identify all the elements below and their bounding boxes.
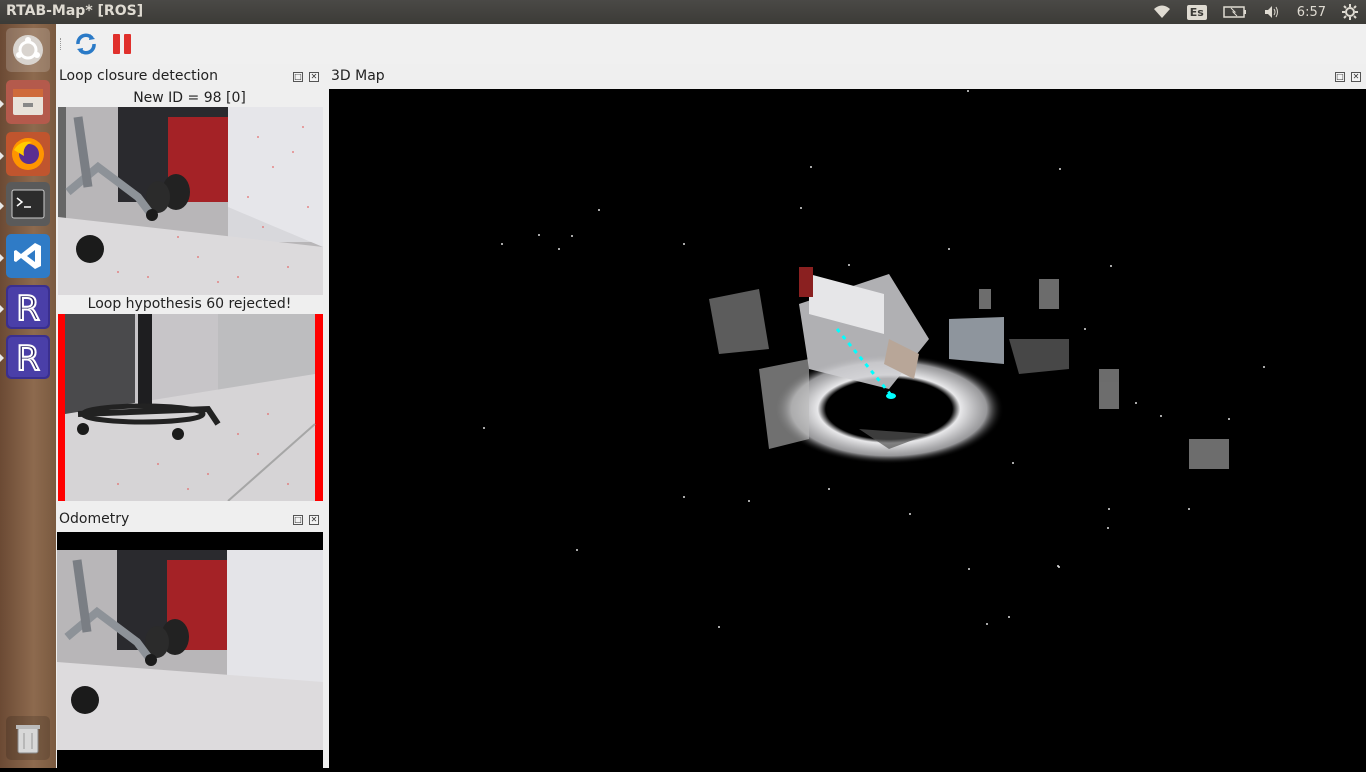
refresh-icon[interactable] [72, 30, 100, 58]
power-gear-icon[interactable] [1342, 4, 1358, 20]
ubuntu-dash-icon[interactable] [6, 28, 50, 72]
unity-launcher: R R [0, 24, 56, 768]
clock[interactable]: 6:57 [1297, 5, 1326, 20]
map-panel-title: 3D Map [331, 68, 385, 84]
vscode-icon[interactable] [6, 234, 50, 278]
odometry-panel-title: Odometry [59, 511, 130, 527]
window-title: RTAB-Map* [ROS] [6, 3, 144, 19]
main-toolbar [56, 24, 1366, 64]
volume-icon[interactable] [1263, 5, 1281, 19]
battery-icon[interactable] [1223, 6, 1247, 18]
new-id-caption: New ID = 98 [0] [133, 90, 246, 106]
keyboard-layout-label: Es [1186, 4, 1207, 20]
wifi-icon[interactable] [1153, 5, 1171, 19]
3d-map-view[interactable] [329, 89, 1366, 768]
loop-hypothesis-caption: Loop hypothesis 60 rejected! [87, 296, 292, 312]
odometry-panel-float-button[interactable]: □ [293, 515, 303, 525]
odometry-panel-close-button[interactable]: ✕ [309, 515, 319, 525]
rtabmap-window: Loop closure detection □ ✕ New ID = 98 [… [56, 24, 1366, 768]
terminal-icon[interactable] [6, 182, 50, 226]
loop-panel-title: Loop closure detection [59, 68, 218, 84]
map-panel-close-button[interactable]: ✕ [1351, 72, 1361, 82]
loop-candidate-image [58, 314, 323, 501]
firefox-icon[interactable] [6, 132, 50, 176]
trash-icon[interactable] [6, 716, 50, 760]
keyboard-icon[interactable]: Es [1186, 4, 1207, 20]
rtabmap-icon-2[interactable]: R [6, 335, 50, 379]
pause-icon[interactable] [108, 30, 136, 58]
rtabmap-icon[interactable]: R [6, 285, 50, 329]
loop-panel-close-button[interactable]: ✕ [309, 72, 319, 82]
svg-text:R: R [16, 289, 40, 327]
odometry-camera-image [57, 532, 323, 768]
file-manager-icon[interactable] [6, 80, 50, 124]
current-camera-image [58, 107, 323, 295]
system-top-bar: RTAB-Map* [ROS] Es 6:57 [0, 0, 1366, 24]
loop-panel-float-button[interactable]: □ [293, 72, 303, 82]
map-panel-float-button[interactable]: □ [1335, 72, 1345, 82]
system-tray: Es 6:57 [1145, 0, 1366, 24]
svg-text:R: R [16, 339, 40, 377]
